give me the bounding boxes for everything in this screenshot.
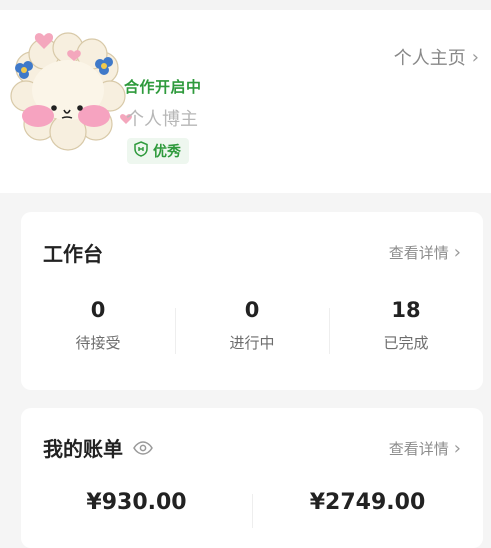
workbench-detail-label: 查看详情 (388, 244, 449, 262)
chevron-right-icon: › (453, 438, 461, 459)
bill-detail-link[interactable]: 查看详情 › (389, 438, 461, 459)
chevron-right-icon: › (471, 46, 479, 68)
coop-status-label: 合作开启中 (124, 78, 202, 96)
bill-title: 我的账单 (43, 437, 123, 461)
stat-value: 0 (244, 298, 260, 322)
shield-icon (133, 141, 149, 161)
workbench-title: 工作台 (43, 242, 103, 266)
profile-header: 合作开启中 个人博主 优秀 个人主页 › (0, 0, 491, 193)
level-tag: 优秀 (127, 138, 189, 164)
stat-label: 进行中 (229, 334, 275, 352)
stat-value: 18 (391, 298, 421, 322)
stat-value: 0 (90, 298, 106, 322)
workbench-stats: 0 待接受 0 进行中 18 已完成 (21, 294, 483, 364)
amount-value[interactable]: ¥930.00 (21, 490, 252, 530)
workbench-detail-link[interactable]: 查看详情 › (389, 242, 461, 263)
stat-pending[interactable]: 0 待接受 (21, 294, 175, 364)
stat-label: 已完成 (383, 334, 429, 352)
homepage-link[interactable]: 个人主页 › (394, 44, 479, 70)
bill-amounts: ¥930.00 ¥2749.00 (21, 490, 483, 530)
avatar-sheep-icon (10, 32, 132, 151)
bill-title-row: 我的账单 (43, 433, 153, 462)
stat-label: 待接受 (75, 334, 121, 352)
level-tag-label: 优秀 (153, 144, 181, 160)
stat-in-progress[interactable]: 0 进行中 (175, 294, 329, 364)
bill-card: 我的账单 查看详情 › ¥930.00 ¥2749.00 (21, 408, 483, 548)
bill-detail-label: 查看详情 (388, 440, 449, 458)
chevron-right-icon: › (453, 242, 461, 263)
avatar[interactable] (4, 24, 134, 158)
role-label: 个人博主 (126, 109, 198, 130)
eye-icon[interactable] (133, 436, 153, 460)
homepage-link-label: 个人主页 (393, 48, 466, 69)
workbench-card: 工作台 查看详情 › 0 待接受 0 进行中 18 已完成 (21, 212, 483, 390)
status-strip (0, 0, 491, 10)
amount-value[interactable]: ¥2749.00 (252, 490, 483, 530)
stat-completed[interactable]: 18 已完成 (329, 294, 483, 364)
